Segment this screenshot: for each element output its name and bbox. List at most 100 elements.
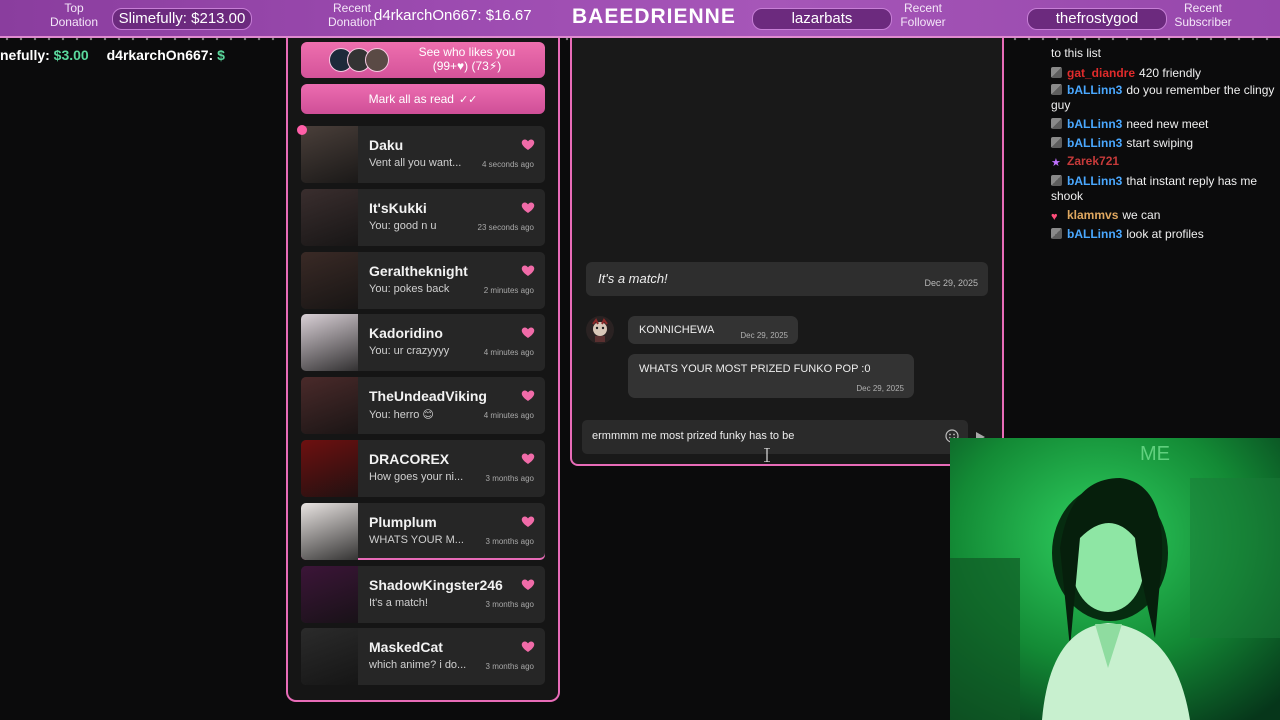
likes-text: See who likes you (99+♥) (73⚡) (397, 45, 537, 73)
chat-text: we can (1122, 208, 1161, 222)
subscriber-badge-icon (1051, 228, 1062, 239)
chat-text: 420 friendly (1139, 66, 1202, 80)
heart-icon (521, 515, 535, 528)
match-avatar (301, 377, 358, 435)
match-name: Daku (369, 137, 404, 153)
match-avatar (301, 314, 358, 372)
match-timestamp: 3 months ago (485, 536, 534, 546)
match-last-message: which anime? i do... (369, 659, 467, 672)
chat-message: bALLinn3 do you remember the clingy guy (1051, 83, 1280, 113)
match-name: Geraltheknight (369, 262, 468, 279)
match-avatar (301, 565, 358, 623)
webcam-image: ME (950, 438, 1280, 720)
text-cursor-icon (764, 448, 770, 462)
stream-top-bar: Top Donation Slimefully: $213.00 Recent … (0, 0, 1280, 38)
chat-username[interactable]: bALLinn3 (1067, 117, 1122, 131)
likes-label: See who likes you (418, 45, 516, 59)
mark-all-read-button[interactable]: Mark all as read ✓✓ (301, 84, 545, 114)
chat-message: bALLinn3 start swiping (1051, 136, 1280, 151)
see-who-likes-you-button[interactable]: See who likes you (99+♥) (73⚡) (301, 42, 545, 78)
recent-subscriber-label: Recent Subscriber (1174, 1, 1232, 29)
match-name: TheUndeadViking (369, 388, 487, 405)
match-avatar (301, 440, 358, 497)
match-last-message: You: good n u (369, 219, 437, 232)
sender-date: Dec 29, 2025 (740, 331, 788, 340)
chat-message: bALLinn3 that instant reply has me shook (1051, 174, 1280, 204)
chat-message: ★ Zarek721 (1051, 154, 1280, 169)
heart-icon (521, 264, 535, 277)
avatar (365, 48, 389, 72)
match-name: DRACOREX (369, 451, 450, 467)
match-row[interactable]: Geraltheknight You: pokes back 2 minutes a… (301, 251, 545, 309)
heart-icon (521, 640, 535, 653)
top-donation-label: Top Donation (49, 1, 99, 29)
match-row[interactable]: ShadowKingster246 It's a match! 3 months a… (301, 565, 545, 623)
match-row[interactable]: MaskedCat which anime? i do... 3 months ag… (301, 628, 545, 686)
chat-message: bALLinn3 look at profiles (1051, 227, 1280, 242)
match-avatar (301, 628, 358, 686)
subscriber-badge-icon (1051, 84, 1062, 95)
subscriber-badge-icon (1051, 175, 1062, 186)
subscriber-badge-icon (1051, 137, 1062, 148)
match-row[interactable]: TheUndeadViking You: herro 😊 4 minutes ago (301, 377, 545, 435)
match-row[interactable]: Daku Vent all you want... 4 seconds ago (301, 126, 545, 183)
match-text: It's a match! (598, 271, 668, 286)
top-donation-value: Slimefully: $213.00 (112, 8, 252, 30)
chat-username[interactable]: klammvs (1067, 208, 1118, 222)
message-input[interactable] (592, 427, 922, 445)
double-check-icon: ✓✓ (458, 94, 478, 106)
match-row[interactable]: It'sKukki You: good n u 23 seconds ago (301, 188, 545, 246)
recent-donation-value: d4rkarchOn667: $16.67 (374, 7, 532, 24)
match-avatar (301, 251, 358, 309)
sender-avatar[interactable] (586, 316, 614, 344)
chat-text: look at profiles (1126, 227, 1204, 241)
match-timestamp: 4 minutes ago (483, 348, 534, 358)
chat-username[interactable]: bALLinn3 (1067, 227, 1122, 241)
chat-text: to this list (1051, 46, 1102, 60)
match-name: ShadowKingster246 (369, 576, 503, 593)
match-row[interactable]: DRACOREX How goes your ni... 3 months ago (301, 440, 545, 497)
recent-follower-value: lazarbats (752, 8, 892, 30)
heart-icon (521, 138, 535, 151)
ticker-amount: $ (217, 47, 225, 63)
ticker-name: nefully: (0, 47, 54, 63)
star-badge-icon: ★ (1051, 157, 1061, 169)
donation-ticker: nefully: $3.00 d4rkarchOn667: $ (0, 47, 239, 63)
avatar-icon (592, 318, 608, 342)
match-name: Plumplum (369, 513, 437, 530)
recent-follower-label: Recent Follower (900, 1, 946, 29)
ticker-amount: $3.00 (53, 47, 89, 63)
svg-text:ME: ME (1140, 443, 1170, 465)
chat-username[interactable]: Zarek721 (1067, 154, 1119, 168)
webcam-feed: ME (950, 438, 1280, 720)
match-timestamp: 3 months ago (485, 474, 534, 483)
match-list-panel: See who likes you (99+♥) (73⚡) Mark all … (286, 38, 560, 702)
message-text: WHATS YOUR MOST PRIZED FUNKO POP :0 (639, 363, 871, 375)
streamer-brand: BAEEDRIENNE (572, 5, 736, 28)
match-timestamp: 3 months ago (485, 599, 534, 609)
match-avatar (301, 126, 358, 183)
chat-username[interactable]: gat_diandre (1067, 66, 1135, 80)
chat-text: start swiping (1126, 136, 1194, 150)
match-last-message: You: ur crazyyyy (369, 345, 450, 358)
heart-icon (521, 201, 535, 214)
recent-donation-label: Recent Donation (327, 1, 377, 29)
chat-username[interactable]: bALLinn3 (1067, 136, 1122, 150)
match-name: MaskedCat (369, 639, 443, 656)
subscriber-badge-icon (1051, 118, 1062, 129)
match-timestamp: 4 seconds ago (481, 160, 534, 169)
match-timestamp: 4 minutes ago (483, 411, 534, 421)
match-banner: It's a match! Dec 29, 2025 (586, 262, 988, 296)
match-last-message: Vent all you want... (369, 157, 462, 169)
match-row[interactable]: Kadoridino You: ur crazyyyy 4 minutes ago (301, 314, 545, 372)
chat-username[interactable]: bALLinn3 (1067, 174, 1122, 188)
match-last-message: You: herro 😊 (369, 409, 434, 422)
chat-username[interactable]: bALLinn3 (1067, 83, 1122, 97)
recent-subscriber-value: thefrostygod (1027, 8, 1167, 30)
conversation-panel: It's a match! Dec 29, 2025 KONNICHEWA De… (570, 38, 1004, 466)
match-avatar (301, 502, 358, 560)
heart-icon (521, 452, 535, 465)
match-row[interactable]: Plumplum WHATS YOUR M... 3 months ago (301, 502, 545, 560)
chat-message: gat_diandre 420 friendly (1051, 66, 1280, 81)
heart-icon (521, 578, 535, 591)
